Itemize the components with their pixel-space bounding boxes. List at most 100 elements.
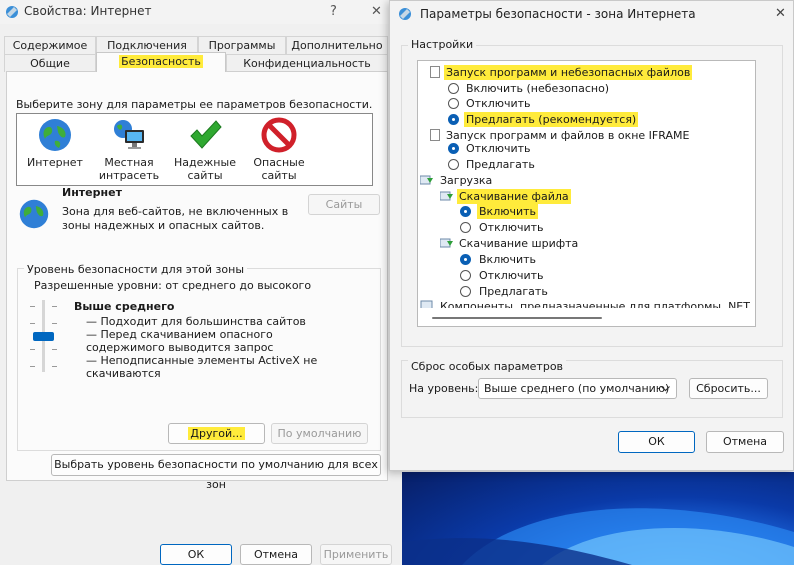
radio-button[interactable] <box>460 222 471 233</box>
group-label: Компоненты, предназначенные для платформ… <box>440 300 753 308</box>
radio-button[interactable] <box>448 98 459 109</box>
tab-general[interactable]: Общие <box>4 54 96 72</box>
security-settings-dialog: Параметры безопасности - зона Интернета … <box>389 0 794 471</box>
cancel-button[interactable]: Отмена <box>706 431 784 453</box>
radio-option[interactable]: Включить <box>418 204 753 219</box>
radio-option[interactable]: Включить (небезопасно) <box>418 81 753 96</box>
globe-icon <box>39 119 71 151</box>
radio-option[interactable]: Отключить <box>418 268 753 283</box>
custom-level-button[interactable]: Другой... <box>168 423 265 444</box>
radio-label: Предлагать <box>479 285 548 298</box>
group-label: Загрузка <box>440 174 493 187</box>
zone-label: Опасные сайты <box>253 156 305 182</box>
radio-option[interactable]: Отключить <box>418 96 753 111</box>
horizontal-scrollbar-thumb[interactable] <box>432 317 602 319</box>
slider-tick <box>52 323 57 324</box>
setting-group[interactable]: Компоненты, предназначенные для платформ… <box>418 299 753 308</box>
sites-button[interactable]: Сайты <box>308 194 380 215</box>
zone-internet[interactable]: Интернет <box>19 117 91 169</box>
level-name: Выше среднего <box>74 300 175 313</box>
slider-tick <box>30 349 35 350</box>
reset-button[interactable]: Сбросить... <box>689 378 768 399</box>
slider-tick <box>52 306 57 307</box>
reset-level-select[interactable]: Выше среднего (по умолчанию) <box>478 378 677 399</box>
tab-advanced[interactable]: Дополнительно <box>286 36 388 54</box>
settings-label: Настройки <box>408 38 477 51</box>
radio-button[interactable] <box>448 159 459 170</box>
settings-tree[interactable]: Запуск программ и небезопасных файлов Вк… <box>417 60 756 327</box>
tab-privacy[interactable]: Конфиденциальность <box>226 54 388 72</box>
ok-button[interactable]: ОК <box>618 431 695 453</box>
tab-security[interactable]: Безопасность <box>96 52 226 72</box>
title-bar: Параметры безопасности - зона Интернета … <box>390 1 793 27</box>
window-title: Параметры безопасности - зона Интернета <box>420 7 696 21</box>
selected-zone-description: Зона для веб-сайтов, не включенных в зон… <box>62 205 289 232</box>
slider-thumb[interactable] <box>33 332 54 341</box>
radio-option[interactable]: Включить <box>418 252 753 267</box>
reset-level-value: Выше среднего (по умолчанию) <box>484 382 670 395</box>
net-framework-icon <box>420 300 433 308</box>
close-button[interactable]: ✕ <box>371 4 382 19</box>
zone-trusted[interactable]: Надежные сайты <box>169 117 241 182</box>
radio-button-checked[interactable] <box>460 254 471 265</box>
radio-button[interactable] <box>460 286 471 297</box>
zone-label: Надежные сайты <box>174 156 236 182</box>
radio-option[interactable]: Предлагать <box>418 284 753 299</box>
checkmark-icon <box>190 120 222 149</box>
document-icon <box>430 129 440 141</box>
setting-group[interactable]: Загрузка <box>418 173 753 188</box>
slider-tick <box>30 323 35 324</box>
zone-label: Интернет <box>27 156 83 169</box>
download-icon <box>440 191 453 201</box>
radio-label: Отключить <box>479 269 544 282</box>
internet-options-icon <box>399 8 411 20</box>
radio-label: Включить <box>477 204 539 219</box>
radio-button-checked[interactable] <box>448 143 459 154</box>
level-bullet: — Подходит для большинства сайтов <box>86 315 306 328</box>
zone-list: Интернет Местная интрасеть Надежные сайт… <box>16 113 373 186</box>
radio-label: Включить <box>479 253 537 266</box>
radio-label: Предлагать <box>466 158 535 171</box>
globe-icon <box>19 199 49 229</box>
zone-restricted[interactable]: Опасные сайты <box>243 117 315 182</box>
setting-item[interactable]: Запуск программ и небезопасных файлов <box>418 65 753 80</box>
help-button[interactable]: ? <box>330 4 337 19</box>
radio-label: Отключить <box>466 97 531 110</box>
radio-label: Отключить <box>479 221 544 234</box>
default-level-button[interactable]: По умолчанию <box>271 423 368 444</box>
setting-item[interactable]: Скачивание шрифта <box>418 236 753 251</box>
internet-properties-dialog: Свойства: Интернет ? ✕ Содержимое Подклю… <box>0 0 392 565</box>
download-icon <box>420 175 433 185</box>
selected-zone-name: Интернет <box>62 186 122 199</box>
radio-option[interactable]: Отключить <box>418 220 753 235</box>
apply-button[interactable]: Применить <box>320 544 392 565</box>
tab-content[interactable]: Содержимое <box>4 36 96 54</box>
cancel-button[interactable]: Отмена <box>240 544 312 565</box>
security-level-slider[interactable] <box>30 300 58 372</box>
internet-options-icon <box>6 6 18 18</box>
radio-label: Включить (небезопасно) <box>466 82 610 95</box>
radio-button-checked[interactable] <box>448 114 459 125</box>
chevron-down-icon <box>661 386 670 392</box>
ok-button[interactable]: ОК <box>160 544 232 565</box>
radio-label: Отключить <box>466 142 531 155</box>
close-button[interactable]: ✕ <box>775 6 786 21</box>
setting-item[interactable]: Скачивание файла <box>418 189 753 204</box>
radio-button[interactable] <box>460 270 471 281</box>
bloom-image <box>402 508 794 565</box>
download-icon <box>440 238 453 248</box>
radio-option[interactable]: Предлагать (рекомендуется) <box>418 112 753 127</box>
radio-button-checked[interactable] <box>460 206 471 217</box>
reset-all-zones-button[interactable]: Выбрать уровень безопасности по умолчани… <box>51 454 381 491</box>
title-bar: Свойства: Интернет ? ✕ <box>0 0 392 24</box>
intranet-icon <box>114 120 144 149</box>
tab-security-label: Безопасность <box>119 55 203 68</box>
no-entry-icon <box>261 117 297 153</box>
zone-label: Местная интрасеть <box>98 156 160 182</box>
radio-button[interactable] <box>448 83 459 94</box>
zone-intranet[interactable]: Местная интрасеть <box>93 117 165 182</box>
radio-option[interactable]: Отключить <box>418 141 753 156</box>
radio-option[interactable]: Предлагать <box>418 157 753 172</box>
reset-group-title: Сброс особых параметров <box>408 360 567 373</box>
radio-label: Предлагать (рекомендуется) <box>464 112 639 127</box>
